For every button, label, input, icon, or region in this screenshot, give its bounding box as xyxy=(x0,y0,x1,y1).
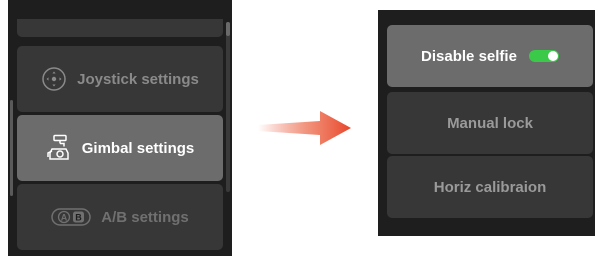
joystick-icon xyxy=(41,66,67,92)
menu-item-label: Disable selfie xyxy=(421,47,517,65)
menu-item-horiz-calibration[interactable]: Horiz calibraion xyxy=(387,156,593,218)
menu-item-label: Horiz calibraion xyxy=(433,178,547,196)
menu-item-ab-settings[interactable]: A B A/B settings xyxy=(17,184,223,250)
right-menu-panel: Disable selfie Manual lock Horiz calibra… xyxy=(378,10,595,236)
menu-item-manual-lock[interactable]: Manual lock xyxy=(387,92,593,154)
ab-button-icon: A B xyxy=(51,208,91,226)
scrollbar-track[interactable] xyxy=(226,22,230,192)
menu-item-gimbal-settings[interactable]: Gimbal settings xyxy=(17,115,223,181)
menu-item-joystick-settings[interactable]: Joystick settings xyxy=(17,46,223,112)
scrollbar-thumb[interactable] xyxy=(226,22,230,36)
menu-item-partial[interactable] xyxy=(17,19,223,37)
ab-icon-letter-b: B xyxy=(75,212,82,222)
menu-item-label: A/B settings xyxy=(101,208,189,226)
menu-item-disable-selfie[interactable]: Disable selfie xyxy=(387,25,593,87)
menu-item-label: Joystick settings xyxy=(77,70,199,88)
ab-icon-letter-a: A xyxy=(61,212,68,222)
toggle-knob xyxy=(547,51,558,61)
gimbal-icon xyxy=(46,134,72,162)
menu-item-label: Manual lock xyxy=(447,114,533,132)
menu-item-label: Gimbal settings xyxy=(81,139,195,157)
scroll-indicator-left[interactable] xyxy=(10,100,13,196)
left-menu-panel: Joystick settings Gimbal settings A B A/… xyxy=(8,0,232,256)
disable-selfie-toggle[interactable] xyxy=(528,50,559,62)
transition-arrow xyxy=(258,108,352,153)
